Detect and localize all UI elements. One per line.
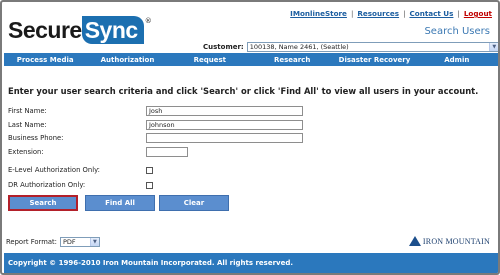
last-name-row: Last Name: Johnson [8, 120, 303, 130]
e-level-checkbox[interactable] [146, 166, 153, 174]
first-name-label: First Name: [8, 107, 47, 115]
customer-select[interactable]: 100138, Name 2461, (Seattle) ▼ [246, 42, 498, 52]
business-phone-input[interactable] [146, 133, 303, 143]
logo-registered-mark: ® [144, 17, 152, 25]
nav-process-media[interactable]: Process Media [4, 56, 86, 64]
imonlinestore-link[interactable]: IMonlineStore [290, 9, 347, 18]
nav-research[interactable]: Research [251, 56, 333, 64]
top-links: IMonlineStore | Resources | Contact Us | Logou… [290, 9, 492, 18]
nav-admin[interactable]: Admin [416, 56, 498, 64]
logo-secure-text: Secure [8, 17, 82, 43]
browser-frame: Secure Sync ® IMonlineStore | Resources | Co… [0, 0, 500, 275]
customer-label: Customer: [203, 43, 244, 51]
logout-link[interactable]: Logout [464, 9, 492, 18]
nav-request[interactable]: Request [169, 56, 251, 64]
extension-row: Extension: [8, 147, 188, 157]
iron-mountain-logo: IRON MOUNTAIN [408, 236, 490, 246]
instructions-text: Enter your user search criteria and clic… [8, 86, 479, 96]
copyright-footer: Copyright © 1996-2010 Iron Mountain Inco… [4, 253, 498, 273]
nav-disaster-recovery[interactable]: Disaster Recovery [333, 56, 415, 64]
chevron-down-icon: ▼ [89, 238, 99, 246]
search-button[interactable]: Search [8, 195, 78, 211]
report-format: Report Format: PDF ▼ [6, 237, 100, 247]
extension-label: Extension: [8, 148, 44, 156]
chevron-down-icon: ▼ [488, 43, 498, 51]
link-separator: | [403, 9, 406, 18]
clear-button[interactable]: Clear [159, 195, 229, 211]
business-phone-row: Business Phone: [8, 133, 303, 143]
customer-selector: Customer: 100138, Name 2461, (Seattle) ▼ [203, 42, 498, 52]
report-format-select[interactable]: PDF ▼ [59, 237, 100, 247]
e-level-row: E-Level Authorization Only: [8, 165, 153, 175]
business-phone-label: Business Phone: [8, 134, 64, 142]
link-separator: | [457, 9, 460, 18]
last-name-input[interactable]: Johnson [146, 120, 303, 130]
resources-link[interactable]: Resources [357, 9, 399, 18]
first-name-row: First Name: Josh [8, 106, 303, 116]
iron-mountain-wordmark: IRON MOUNTAIN [422, 236, 490, 246]
securesync-logo: Secure Sync ® [8, 16, 152, 44]
contact-us-link[interactable]: Contact Us [409, 9, 453, 18]
report-format-label: Report Format: [6, 238, 57, 246]
nav-authorization[interactable]: Authorization [86, 56, 168, 64]
link-separator: | [350, 9, 354, 18]
mountain-icon [408, 236, 421, 246]
first-name-input[interactable]: Josh [146, 106, 303, 116]
dr-row: DR Authorization Only: [8, 180, 153, 190]
find-all-button[interactable]: Find All [85, 195, 155, 211]
logo-sync-text: Sync [81, 16, 144, 44]
e-level-label: E-Level Authorization Only: [8, 166, 100, 174]
dr-checkbox[interactable] [146, 181, 153, 189]
main-nav: Process Media Authorization Request Rese… [4, 53, 498, 66]
last-name-label: Last Name: [8, 121, 47, 129]
dr-label: DR Authorization Only: [8, 181, 86, 189]
customer-selected-value: 100138, Name 2461, (Seattle) [249, 43, 349, 51]
extension-input[interactable] [146, 147, 188, 157]
page-title: Search Users [424, 26, 490, 37]
report-format-value: PDF [62, 238, 76, 246]
